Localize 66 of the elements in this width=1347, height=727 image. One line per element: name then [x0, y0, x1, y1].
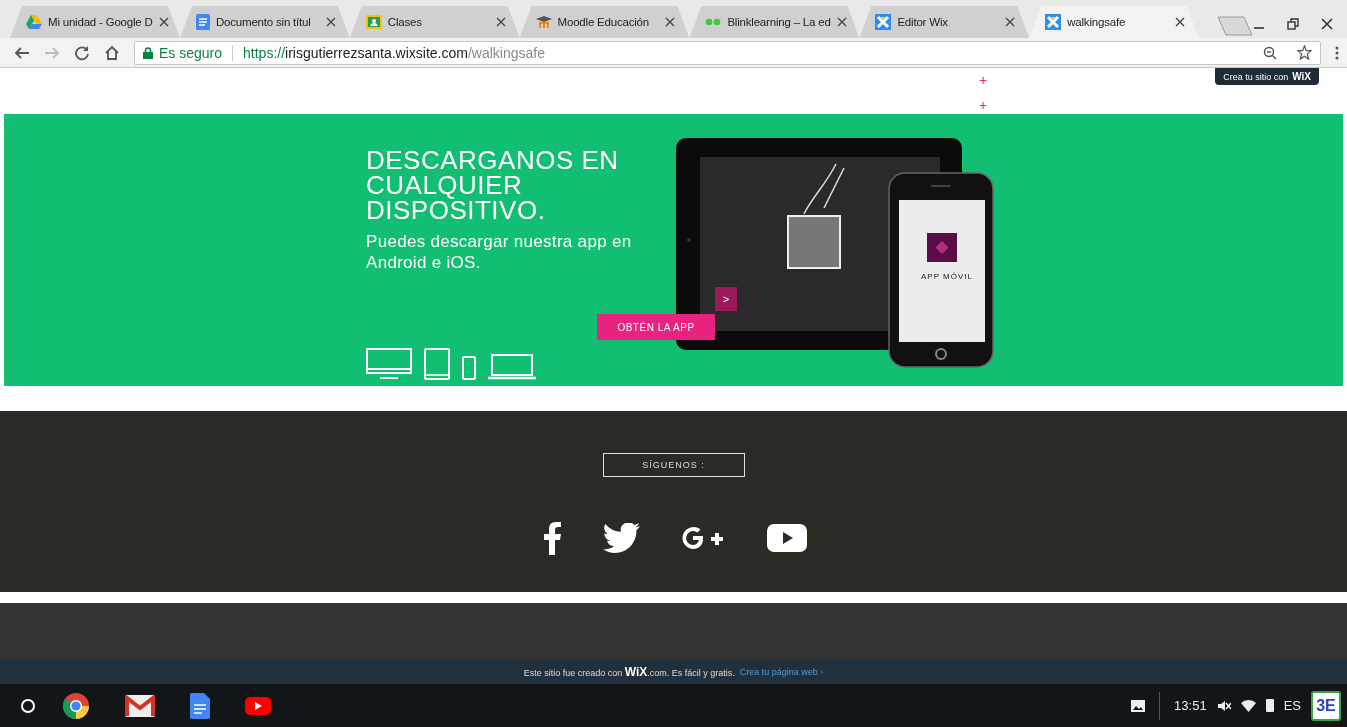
laptop-icon	[488, 354, 536, 380]
wifi-icon[interactable]	[1240, 699, 1256, 712]
video-play-icon[interactable]	[766, 524, 807, 552]
plus-mark: +	[979, 96, 989, 115]
badge-text: Crea tu sitio con	[1223, 71, 1289, 82]
get-app-button[interactable]: OBTÉN LA APP	[597, 314, 715, 340]
battery-icon[interactable]	[1265, 699, 1274, 712]
muted-speaker-icon[interactable]	[1216, 698, 1231, 713]
menu-icon[interactable]	[1335, 45, 1339, 60]
launcher-icon[interactable]	[20, 697, 36, 714]
tablet-icon	[424, 348, 450, 380]
user-avatar[interactable]: 3E	[1311, 690, 1341, 721]
browser-tab[interactable]: Editor Wix	[859, 6, 1030, 38]
zoom-icon[interactable]	[1263, 45, 1277, 60]
close-tab-icon[interactable]	[325, 17, 336, 27]
close-tab-icon[interactable]	[158, 17, 169, 27]
document-icon[interactable]	[190, 692, 210, 719]
app-logo-icon	[927, 233, 957, 262]
language-indicator[interactable]: ES	[1283, 698, 1301, 713]
browser-tab[interactable]: Mi unidad - Google D	[10, 6, 180, 38]
star-icon[interactable]	[1297, 45, 1312, 60]
dots-icon	[705, 18, 722, 26]
bird-icon[interactable]	[602, 523, 641, 553]
home-icon[interactable]	[104, 44, 120, 61]
address-bar[interactable]: Es seguro https://irisgutierrezsanta.wixsite.com/walkingsafe	[134, 40, 1321, 65]
photo-placeholder	[787, 215, 841, 269]
lock-icon	[143, 46, 153, 59]
close-tab-icon[interactable]	[665, 17, 676, 27]
create-site-link[interactable]: Crea tu página web ›	[739, 667, 824, 677]
browser-tab[interactable]: walkingsafe	[1029, 6, 1199, 38]
video-play-icon[interactable]	[245, 696, 271, 715]
security-label: Es seguro	[159, 44, 223, 61]
footer-text: Este sitio fue creado con WiX.com. Es fácil y gratis.	[523, 665, 735, 679]
phone-icon	[462, 356, 476, 380]
document-icon	[196, 14, 210, 30]
image-icon[interactable]	[1131, 699, 1146, 712]
close-tab-icon[interactable]	[495, 17, 506, 27]
browser-tab[interactable]: Clases	[349, 6, 520, 38]
banner-title: DESCARGANOS EN CUALQUIER DISPOSITIVO.	[366, 148, 620, 223]
restore-icon[interactable]	[1287, 18, 1299, 30]
mail-icon[interactable]	[125, 694, 155, 717]
close-window-icon[interactable]	[1321, 18, 1333, 30]
monitor-icon	[366, 348, 412, 380]
clock-time[interactable]: 13:51	[1174, 698, 1207, 713]
x-logo-icon	[875, 14, 892, 30]
back-icon[interactable]	[14, 44, 30, 61]
browser-tab[interactable]: Blinklearning – La ed	[689, 6, 860, 38]
wix-badge[interactable]: Crea tu sitio con WiX	[1215, 68, 1319, 85]
reload-icon[interactable]	[74, 44, 90, 61]
slide-next-button[interactable]: >	[715, 287, 737, 311]
wix-logo: WiX	[1292, 71, 1311, 82]
banner-subtitle: Puedes descargar nuestra app en Android e iOS.	[366, 231, 633, 273]
url-text: https://irisgutierrezsanta.wixsite.com/walkingsafe	[243, 44, 545, 61]
follow-label: SÍGUENOS :	[602, 453, 745, 477]
close-tab-icon[interactable]	[1175, 17, 1185, 27]
browser-tab[interactable]: Documento sin títul	[180, 6, 350, 38]
chrome-icon[interactable]	[62, 691, 90, 720]
plus-mark: +	[979, 71, 989, 90]
x-logo-icon	[1045, 14, 1062, 30]
drive-icon	[26, 15, 42, 29]
close-tab-icon[interactable]	[836, 17, 847, 27]
classroom-icon	[365, 15, 382, 29]
mortarboard-icon	[535, 16, 552, 28]
browser-tab[interactable]: Moodle Educación	[519, 6, 690, 38]
app-label: APP MÓVIL	[920, 272, 974, 281]
close-tab-icon[interactable]	[1005, 17, 1016, 27]
